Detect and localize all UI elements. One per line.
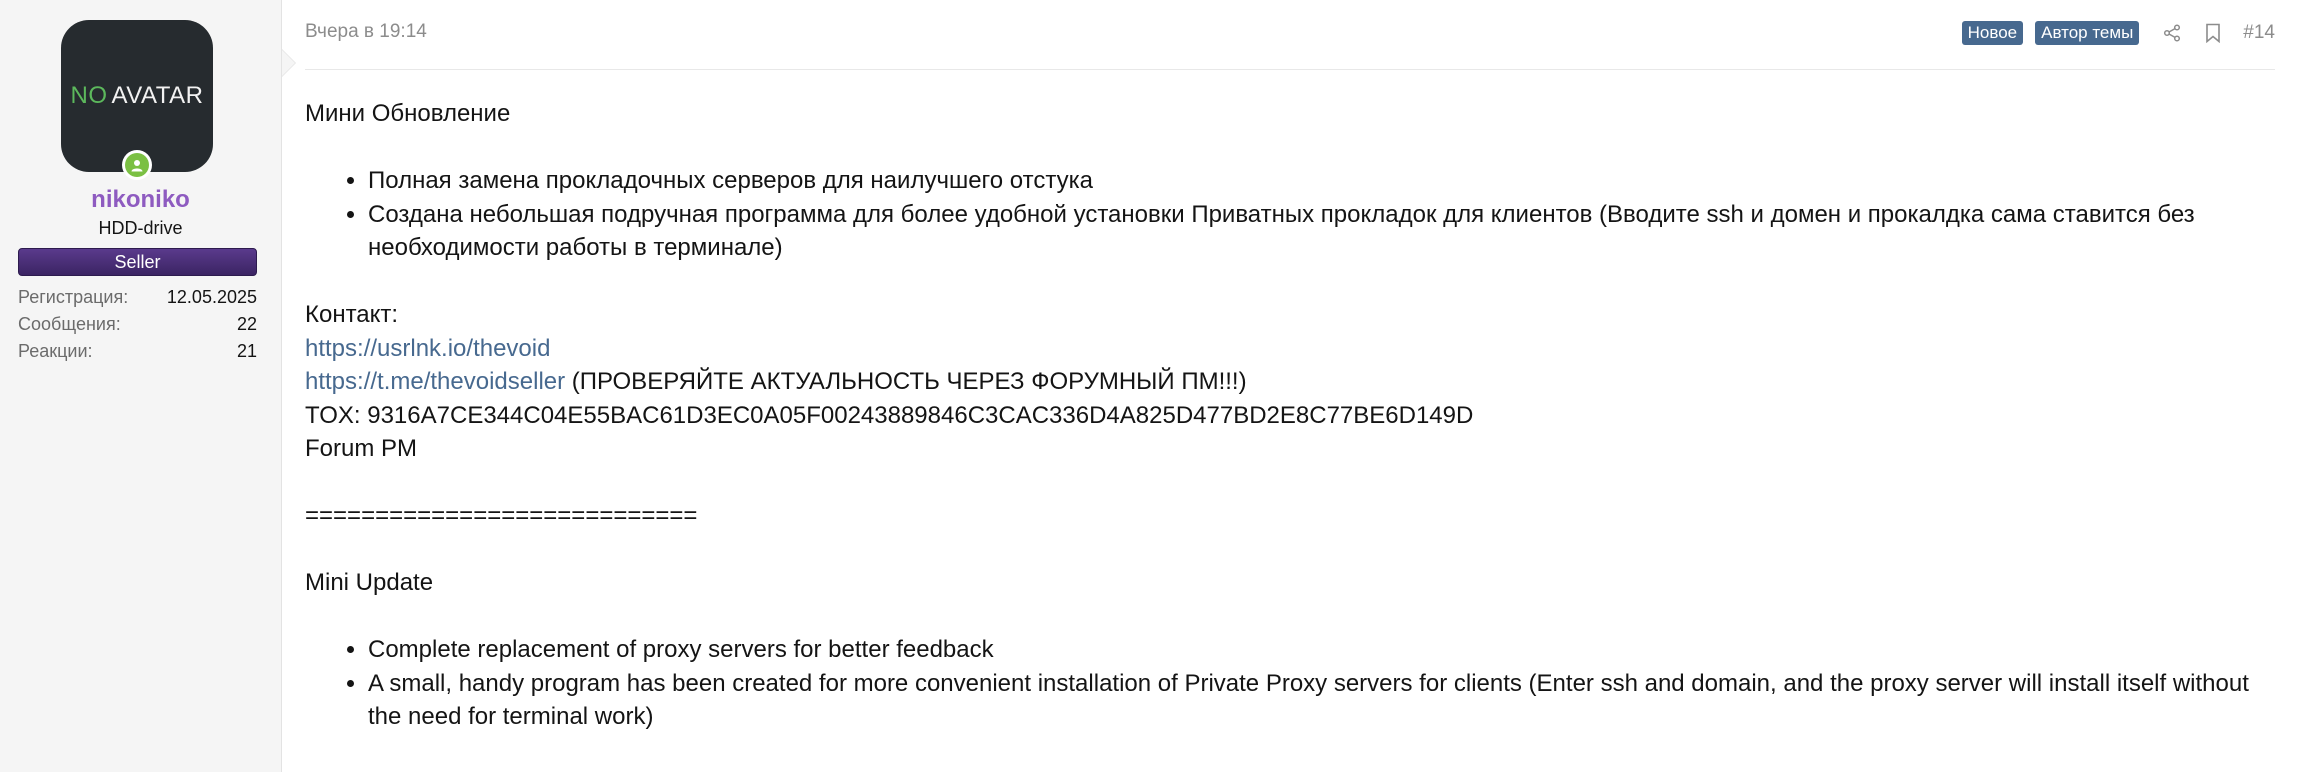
forum-pm: Forum PM xyxy=(305,435,418,462)
post-body: Мини Обновление Полная замена прокладочн… xyxy=(305,97,2270,734)
avatar-text-no: NO xyxy=(70,82,108,109)
list-en: Complete replacement of proxy servers fo… xyxy=(305,633,2270,734)
list-item: A small, handy program has been created … xyxy=(368,667,2270,734)
stat-label: Сообщения: xyxy=(18,314,121,334)
label-thread-starter: Автор темы xyxy=(2035,21,2140,45)
list-ru: Полная замена прокладочных серверов для … xyxy=(305,164,2270,265)
list-item: Полная замена прокладочных серверов для … xyxy=(368,164,2270,198)
user-panel: NO AVATAR nikoniko HDD-drive Seller Реги… xyxy=(0,0,296,772)
post-number-link[interactable]: #14 xyxy=(2243,22,2275,44)
contact-line-1: https://usrlnk.io/thevoid xyxy=(305,332,2270,366)
stat-label: Реакции: xyxy=(18,341,93,361)
stat-value: 21 xyxy=(236,341,257,361)
user-banner: Seller xyxy=(18,248,257,276)
panel-arrow-fill xyxy=(282,50,295,76)
post-date-link[interactable]: Вчера в 19:14 xyxy=(305,21,427,43)
username-link[interactable]: nikoniko xyxy=(0,186,281,214)
separator: ============================ xyxy=(305,502,698,529)
telegram-note: (ПРОВЕРЯЙТЕ АКТУАЛЬНОСТЬ ЧЕРЕЗ ФОРУМНЫЙ … xyxy=(565,368,1247,395)
contact-label: Контакт: xyxy=(305,301,399,328)
stat-label: Регистрация: xyxy=(18,287,129,307)
label-new: Новое xyxy=(1961,21,2024,45)
list-item: Complete replacement of proxy servers fo… xyxy=(368,633,2270,667)
stat-row-reactions: Реакции: 21 xyxy=(18,338,257,365)
contact-link-usrlnk[interactable]: https://usrlnk.io/thevoid xyxy=(305,335,550,362)
stat-row-messages: Сообщения: 22 xyxy=(18,311,257,338)
post-header: Вчера в 19:14 Новое Автор темы #14 xyxy=(305,0,2275,70)
online-status-badge xyxy=(122,150,152,180)
share-icon[interactable] xyxy=(2163,24,2181,42)
user-stats: Регистрация: 12.05.2025 Сообщения: 22 Ре… xyxy=(18,284,257,365)
avatar-text-avatar: AVATAR xyxy=(111,82,204,109)
post-title-en: Mini Update xyxy=(305,569,434,596)
user-title: HDD-drive xyxy=(98,218,183,238)
contact-line-2: https://t.me/thevoidseller (ПРОВЕРЯЙТЕ А… xyxy=(305,365,2270,399)
contact-link-telegram[interactable]: https://t.me/thevoidseller xyxy=(305,368,565,395)
forum-post: NO AVATAR nikoniko HDD-drive Seller Реги… xyxy=(0,0,2304,772)
tox-id: TOX: 9316A7CE344C04E55BAC61D3EC0A05F0024… xyxy=(305,401,1474,429)
stat-value: 12.05.2025 xyxy=(166,287,257,307)
post-header-actions: Новое Автор темы #14 xyxy=(1950,18,2275,48)
online-user-icon xyxy=(125,153,149,177)
list-item: Создана небольшая подручная программа дл… xyxy=(368,198,2270,265)
stat-row-registration: Регистрация: 12.05.2025 xyxy=(18,284,257,311)
bookmark-icon[interactable] xyxy=(2205,23,2221,43)
post-title-ru: Мини Обновление xyxy=(305,100,511,127)
stat-value: 22 xyxy=(236,314,257,334)
